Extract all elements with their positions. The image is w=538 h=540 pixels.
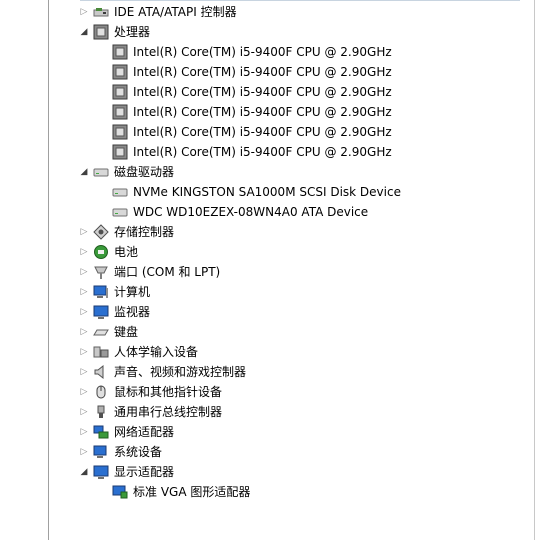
tree-leaf-label: Intel(R) Core(TM) i5-9400F CPU @ 2.90GHz bbox=[133, 45, 392, 59]
tree-node-system-devices[interactable]: ▷ 系统设备 bbox=[0, 442, 538, 462]
expand-arrow-icon[interactable]: ▷ bbox=[79, 347, 89, 357]
tree-leaf-disk[interactable]: WDC WD10EZEX-08WN4A0 ATA Device bbox=[0, 202, 538, 222]
tree-node-batteries[interactable]: ▷ 电池 bbox=[0, 242, 538, 262]
port-icon bbox=[93, 264, 109, 280]
tree-node-label: 电池 bbox=[114, 245, 139, 259]
tree-node-monitors[interactable]: ▷ 监视器 bbox=[0, 302, 538, 322]
speaker-icon bbox=[93, 364, 109, 380]
tree-leaf-label: WDC WD10EZEX-08WN4A0 ATA Device bbox=[133, 205, 369, 219]
expand-arrow-icon[interactable]: ▷ bbox=[79, 447, 89, 457]
tree-node-label: 计算机 bbox=[114, 285, 151, 299]
tree-node-ports[interactable]: ▷ 端口 (COM 和 LPT) bbox=[0, 262, 538, 282]
tree-node-label: 通用串行总线控制器 bbox=[114, 405, 223, 419]
disk-drive-icon bbox=[93, 164, 109, 180]
disk-drive-icon bbox=[112, 204, 128, 220]
display-adapter-icon bbox=[112, 484, 128, 500]
tree-node-label: 人体学输入设备 bbox=[114, 345, 199, 359]
tree-node-network[interactable]: ▷ 网络适配器 bbox=[0, 422, 538, 442]
tree-leaf-cpu[interactable]: Intel(R) Core(TM) i5-9400F CPU @ 2.90GHz bbox=[0, 142, 538, 162]
expand-arrow-icon[interactable]: ▷ bbox=[79, 267, 89, 277]
expand-arrow-icon[interactable]: ▷ bbox=[79, 387, 89, 397]
tree-leaf-cpu[interactable]: Intel(R) Core(TM) i5-9400F CPU @ 2.90GHz bbox=[0, 42, 538, 62]
tree-node-processors[interactable]: ◢ 处理器 bbox=[0, 22, 538, 42]
tree-node-label: 网络适配器 bbox=[114, 425, 175, 439]
tree-node-usb[interactable]: ▷ 通用串行总线控制器 bbox=[0, 402, 538, 422]
tree-leaf-disk[interactable]: NVMe KINGSTON SA1000M SCSI Disk Device bbox=[0, 182, 538, 202]
tree-node-keyboards[interactable]: ▷ 键盘 bbox=[0, 322, 538, 342]
tree-leaf-cpu[interactable]: Intel(R) Core(TM) i5-9400F CPU @ 2.90GHz bbox=[0, 82, 538, 102]
tree-node-hid[interactable]: ▷ 人体学输入设备 bbox=[0, 342, 538, 362]
tree-node-ide-controller[interactable]: ▷ IDE ATA/ATAPI 控制器 bbox=[0, 2, 538, 22]
tree-node-computer[interactable]: ▷ 计算机 bbox=[0, 282, 538, 302]
processor-icon bbox=[112, 44, 128, 60]
expand-arrow-icon[interactable]: ▷ bbox=[79, 327, 89, 337]
disk-drive-icon bbox=[112, 184, 128, 200]
collapse-arrow-icon[interactable]: ◢ bbox=[79, 27, 89, 37]
expand-arrow-icon[interactable]: ▷ bbox=[79, 227, 89, 237]
tree-node-label: 端口 (COM 和 LPT) bbox=[114, 265, 221, 279]
tree-leaf-cpu[interactable]: Intel(R) Core(TM) i5-9400F CPU @ 2.90GHz bbox=[0, 62, 538, 82]
tree-leaf-label: Intel(R) Core(TM) i5-9400F CPU @ 2.90GHz bbox=[133, 105, 392, 119]
processor-icon bbox=[112, 124, 128, 140]
system-device-icon bbox=[93, 444, 109, 460]
hid-icon bbox=[93, 344, 109, 360]
tree-node-label: 处理器 bbox=[114, 25, 151, 39]
tree-leaf-display[interactable]: 标准 VGA 图形适配器 bbox=[0, 482, 538, 502]
mouse-icon bbox=[93, 384, 109, 400]
tree-leaf-cpu[interactable]: Intel(R) Core(TM) i5-9400F CPU @ 2.90GHz bbox=[0, 102, 538, 122]
computer-icon bbox=[93, 284, 109, 300]
processor-icon bbox=[112, 144, 128, 160]
display-adapter-icon bbox=[93, 464, 109, 480]
tree-node-label: 键盘 bbox=[114, 325, 139, 339]
storage-controller-icon bbox=[93, 224, 109, 240]
ide-controller-icon bbox=[93, 4, 109, 20]
tree-leaf-label: 标准 VGA 图形适配器 bbox=[133, 485, 251, 499]
tree-leaf-label: Intel(R) Core(TM) i5-9400F CPU @ 2.90GHz bbox=[133, 125, 392, 139]
expand-arrow-icon[interactable]: ▷ bbox=[79, 247, 89, 257]
network-adapter-icon bbox=[93, 424, 109, 440]
expand-arrow-icon[interactable]: ▷ bbox=[79, 7, 89, 17]
tree-node-disk-drives[interactable]: ◢ 磁盘驱动器 bbox=[0, 162, 538, 182]
processor-icon bbox=[112, 64, 128, 80]
tree-node-display-adapters[interactable]: ◢ 显示适配器 bbox=[0, 462, 538, 482]
battery-icon bbox=[93, 244, 109, 260]
tree-leaf-label: NVMe KINGSTON SA1000M SCSI Disk Device bbox=[133, 185, 401, 199]
tree-leaf-cpu[interactable]: Intel(R) Core(TM) i5-9400F CPU @ 2.90GHz bbox=[0, 122, 538, 142]
keyboard-icon bbox=[93, 324, 109, 340]
tree-node-label: 显示适配器 bbox=[114, 465, 175, 479]
expand-arrow-icon[interactable]: ▷ bbox=[79, 407, 89, 417]
expand-arrow-icon[interactable]: ▷ bbox=[79, 307, 89, 317]
collapse-arrow-icon[interactable]: ◢ bbox=[79, 467, 89, 477]
tree-leaf-label: Intel(R) Core(TM) i5-9400F CPU @ 2.90GHz bbox=[133, 65, 392, 79]
expand-arrow-icon[interactable]: ▷ bbox=[79, 427, 89, 437]
tree-leaf-label: Intel(R) Core(TM) i5-9400F CPU @ 2.90GHz bbox=[133, 145, 392, 159]
processor-icon bbox=[93, 24, 109, 40]
collapse-arrow-icon[interactable]: ◢ bbox=[79, 167, 89, 177]
tree-node-label: IDE ATA/ATAPI 控制器 bbox=[114, 5, 237, 19]
processor-icon bbox=[112, 104, 128, 120]
tree-node-label: 监视器 bbox=[114, 305, 151, 319]
tree-node-label: 声音、视频和游戏控制器 bbox=[114, 365, 247, 379]
tree-node-sound[interactable]: ▷ 声音、视频和游戏控制器 bbox=[0, 362, 538, 382]
tree-node-label: 系统设备 bbox=[114, 445, 163, 459]
expand-arrow-icon[interactable]: ▷ bbox=[79, 367, 89, 377]
tree-leaf-label: Intel(R) Core(TM) i5-9400F CPU @ 2.90GHz bbox=[133, 85, 392, 99]
expand-arrow-icon[interactable]: ▷ bbox=[79, 287, 89, 297]
tree-node-label: 磁盘驱动器 bbox=[114, 165, 175, 179]
tree-node-storage-controllers[interactable]: ▷ 存储控制器 bbox=[0, 222, 538, 242]
processor-icon bbox=[112, 84, 128, 100]
usb-icon bbox=[93, 404, 109, 420]
monitor-icon bbox=[93, 304, 109, 320]
tree-node-label: 存储控制器 bbox=[114, 225, 175, 239]
tree-node-mice[interactable]: ▷ 鼠标和其他指针设备 bbox=[0, 382, 538, 402]
tree-node-label: 鼠标和其他指针设备 bbox=[114, 385, 223, 399]
device-tree: ▷ IDE ATA/ATAPI 控制器 ◢ 处理器 Intel(R) Core(… bbox=[0, 0, 538, 540]
